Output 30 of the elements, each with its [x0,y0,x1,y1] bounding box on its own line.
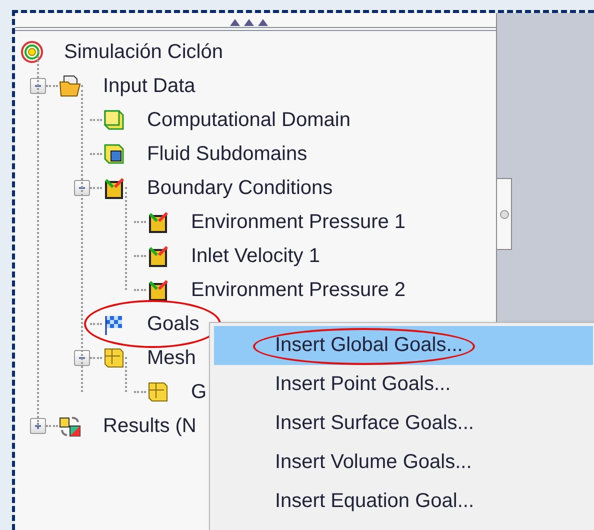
menu-item[interactable]: Insert Global Goals... [214,326,593,365]
tree-item[interactable]: G [191,380,207,404]
menu-item[interactable]: Insert Point Goals... [214,365,593,404]
folder-icon [58,74,82,98]
tree-item[interactable]: Environment Pressure 2 [191,278,406,302]
splitter-handle-icon[interactable] [230,18,270,26]
menu-item[interactable]: Insert Surface Goals... [214,404,593,443]
tree-item[interactable]: Fluid Subdomains [147,142,308,166]
panel-grip[interactable] [497,178,512,250]
menu-item[interactable]: Insert Volume Goals... [214,443,593,482]
tree-item[interactable]: Results (N [103,414,196,438]
tree-item[interactable]: Goals [147,312,200,336]
tree-item[interactable]: Computational Domain [147,108,350,132]
tree-item[interactable]: Environment Pressure 1 [191,210,406,234]
grid-cube-icon [102,346,126,370]
tree-item[interactable]: Mesh [147,346,196,370]
tree-item[interactable]: Simulación Ciclón [64,40,223,64]
expander[interactable] [30,418,46,434]
results-icon [58,414,82,438]
tree-item[interactable]: Input Data [103,74,196,98]
grid-cube-icon [146,380,170,404]
menu-item[interactable]: Insert Equation Goal... [214,482,593,521]
tree-item[interactable]: Inlet Velocity 1 [191,244,320,268]
expander[interactable] [74,180,90,196]
grip-icon[interactable] [500,210,508,218]
plus-icon[interactable] [33,421,43,431]
target-icon [20,40,44,64]
expander[interactable] [30,78,46,94]
tree-item[interactable]: Boundary Conditions [147,176,333,200]
expander[interactable] [74,350,90,366]
